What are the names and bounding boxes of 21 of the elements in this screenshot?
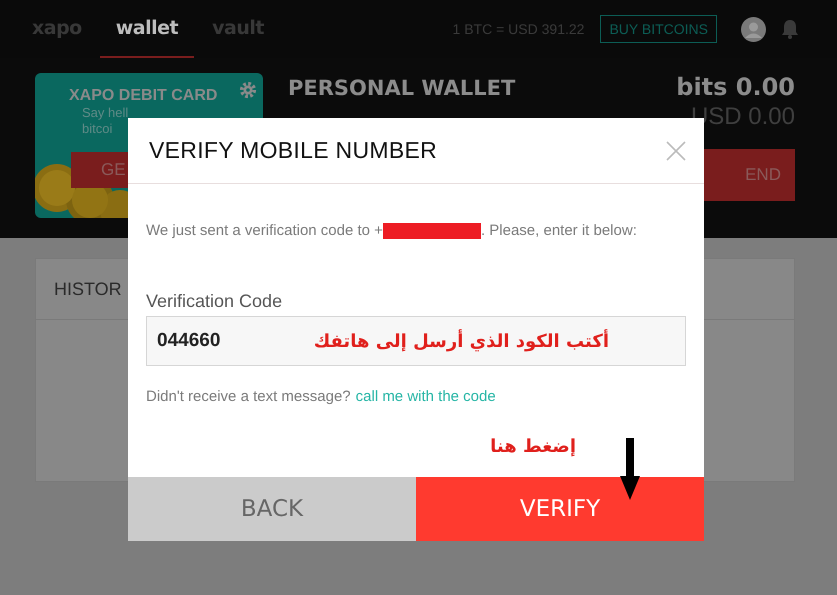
avatar-icon[interactable]	[741, 16, 766, 42]
history-title: HISTOR	[54, 278, 122, 300]
bits-balance: bits 0.00	[676, 73, 795, 101]
buy-bitcoins-button[interactable]: BUY BITCOINS	[600, 15, 717, 43]
settings-icon[interactable]	[239, 81, 257, 99]
down-arrow-icon	[618, 438, 642, 500]
close-icon[interactable]	[666, 140, 686, 160]
wallet-title: PERSONAL WALLET	[288, 76, 516, 100]
back-button[interactable]: BACK	[128, 477, 416, 541]
message-text: We just sent a verification code to +	[146, 222, 383, 239]
card-title: XAPO DEBIT CARD	[69, 87, 218, 105]
call-me-link[interactable]: call me with the code	[356, 388, 496, 405]
bell-icon[interactable]	[780, 19, 800, 39]
help-text: Didn't receive a text message?	[146, 388, 351, 405]
field-label: Verification Code	[146, 291, 284, 312]
card-text: Say hell	[81, 105, 130, 121]
annotation-text: إضغط هنا	[490, 436, 576, 457]
card-text: bitcoi	[81, 121, 114, 137]
verify-button[interactable]: VERIFY	[416, 477, 704, 541]
annotation-text: أكتب الكود الذي أرسل إلى هاتفك	[314, 330, 609, 352]
message-text: . Please, enter it below:	[480, 222, 637, 239]
